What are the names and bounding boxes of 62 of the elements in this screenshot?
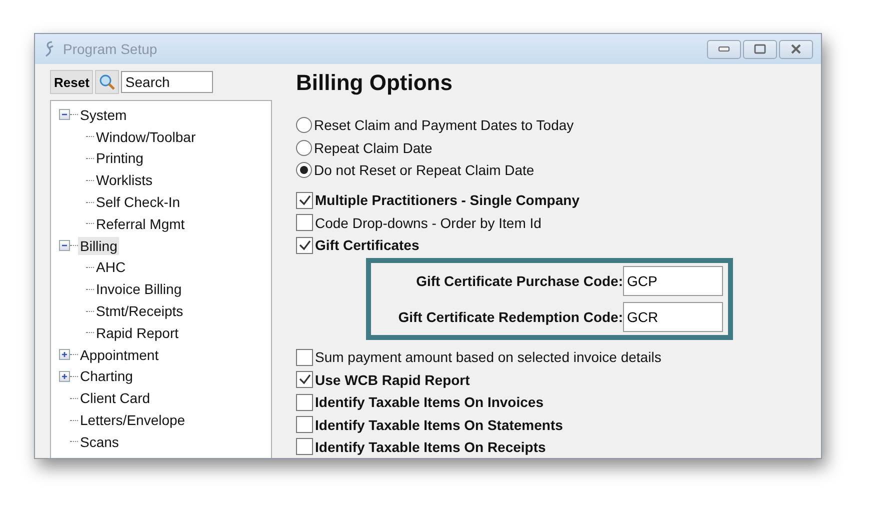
checkbox[interactable]: [296, 214, 313, 232]
option-label: Use WCB Rapid Report: [315, 372, 470, 388]
option-label: Identify Taxable Items On Receipts: [315, 438, 546, 455]
collapse-icon[interactable]: [59, 240, 70, 252]
option-label: Do not Reset or Repeat Claim Date: [314, 162, 534, 178]
reset-button[interactable]: Reset: [50, 70, 94, 94]
maximize-icon: [754, 44, 766, 54]
maximize-button[interactable]: [743, 40, 777, 58]
checkbox[interactable]: [296, 394, 313, 411]
close-icon: [790, 44, 802, 54]
search-field[interactable]: Search: [121, 71, 214, 93]
checkbox[interactable]: [296, 371, 313, 388]
close-button[interactable]: [779, 40, 813, 58]
tree-item[interactable]: Letters/Envelope: [78, 411, 188, 430]
app-logo-icon: [43, 40, 55, 58]
radio-button[interactable]: [296, 140, 312, 156]
check-icon: [298, 240, 310, 251]
tree-item[interactable]: Charting: [78, 367, 135, 386]
option-label: Identify Taxable Items On Statements: [315, 416, 563, 433]
option-label: Reset Claim and Payment Dates to Today: [314, 117, 574, 134]
window-title: Program Setup: [63, 41, 158, 57]
tree-item[interactable]: Stmt/Receipts: [94, 302, 186, 320]
search-icon: [99, 74, 116, 90]
option-label: Sum payment amount based on selected invoice details: [315, 349, 662, 366]
tree-item[interactable]: Client Card: [78, 389, 152, 408]
tree-item[interactable]: Referral Mgmt: [94, 214, 187, 233]
tree-item[interactable]: System: [78, 106, 129, 124]
tree-item[interactable]: Rapid Report: [94, 324, 180, 342]
check-icon: [298, 374, 310, 386]
minimize-icon: [718, 46, 730, 52]
radio-button[interactable]: [296, 162, 312, 178]
tree-item[interactable]: Self Check-In: [94, 193, 182, 212]
field-label: Gift Certificate Redemption Code:: [398, 309, 623, 326]
tree-item[interactable]: Billing: [78, 236, 120, 255]
field-label: Gift Certificate Purchase Code:: [416, 273, 623, 290]
check-icon: [298, 194, 310, 206]
tree-item[interactable]: Printing: [94, 149, 146, 168]
checkbox[interactable]: [296, 192, 313, 209]
option-label: Code Drop-downs - Order by Item Id: [315, 214, 542, 231]
expand-icon[interactable]: [59, 349, 70, 360]
checkbox[interactable]: [296, 348, 313, 366]
option-label: Gift Certificates: [315, 237, 420, 254]
checkbox[interactable]: [296, 438, 313, 456]
expand-icon[interactable]: [59, 370, 70, 382]
option-label: Identify Taxable Items On Invoices: [315, 394, 544, 410]
collapse-icon[interactable]: [59, 109, 70, 120]
tree-item[interactable]: Appointment: [78, 346, 161, 364]
radio-button[interactable]: [296, 117, 312, 134]
code-field[interactable]: GCP: [623, 266, 723, 296]
page-heading: Billing Options: [296, 70, 454, 96]
checkbox[interactable]: [296, 416, 313, 434]
option-label: Repeat Claim Date: [314, 140, 432, 156]
tree-item[interactable]: AHC: [94, 258, 128, 276]
tree-item[interactable]: Scans: [78, 432, 121, 451]
option-label: Multiple Practitioners - Single Company: [315, 192, 580, 208]
code-field[interactable]: GCR: [623, 302, 723, 332]
checkbox[interactable]: [296, 236, 313, 254]
search-button[interactable]: [95, 70, 120, 94]
tree-item[interactable]: Invoice Billing: [94, 280, 184, 298]
minimize-button[interactable]: [707, 40, 741, 58]
tree-item[interactable]: Worklists: [94, 171, 155, 190]
tree-item[interactable]: Window/Toolbar: [94, 128, 198, 146]
